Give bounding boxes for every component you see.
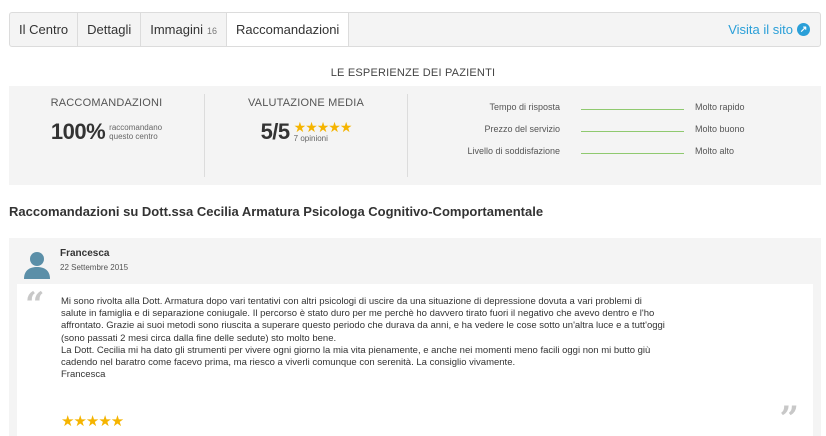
- recommendations-title: Raccomandazioni su Dott.ssa Cecilia Arma…: [9, 204, 544, 219]
- recommendations-stat: RACCOMANDAZIONI 100% raccomandano questo…: [9, 94, 205, 177]
- metric-line: [581, 109, 684, 110]
- review-line: salute in famiglia e di separazione coni…: [61, 308, 655, 320]
- opinions-count: 7 opinioni: [293, 134, 328, 143]
- review-text: Mi sono rivolta alla Dott. Armatura dopo…: [61, 296, 801, 381]
- recommendations-note: raccomandano questo centro: [109, 123, 162, 141]
- note-line-1: raccomandano: [109, 123, 163, 132]
- review-body: “ Mi sono rivolta alla Dott. Armatura do…: [17, 284, 813, 436]
- review-date: 22 Settembre 2015: [60, 263, 129, 272]
- metric-line: [581, 131, 684, 132]
- metric-label: Tempo di risposta: [489, 102, 560, 112]
- metric-row: Prezzo del servizio Molto buono: [434, 124, 814, 140]
- user-avatar-icon: [21, 248, 53, 280]
- visit-site-link[interactable]: Visita il sito ↗: [728, 13, 820, 46]
- note-line-2: questo centro: [109, 132, 158, 141]
- review-line: (sono passati 2 mesi circa dalla fine de…: [61, 332, 337, 344]
- tab-label: Raccomandazioni: [235, 22, 340, 37]
- visit-site-label: Visita il sito: [728, 22, 793, 37]
- rating-stat: VALUTAZIONE MEDIA 5/5 ★★★★★ 7 opinioni: [205, 94, 408, 177]
- recommendations-percent: 100%: [50, 119, 106, 144]
- review-author: Francesca: [60, 248, 110, 259]
- metric-row: Tempo di risposta Molto rapido: [434, 102, 814, 118]
- metric-value: Molto alto: [695, 146, 735, 156]
- rating-note: ★★★★★ 7 opinioni: [293, 119, 353, 143]
- tab-raccomandazioni[interactable]: Raccomandazioni: [226, 13, 350, 46]
- tab-label: Il Centro: [19, 22, 69, 37]
- tab-dettagli[interactable]: Dettagli: [78, 13, 142, 46]
- review-stars: ★★★★★: [61, 413, 124, 430]
- quote-open-icon: “: [25, 285, 45, 325]
- metric-label: Prezzo del servizio: [484, 124, 560, 134]
- metric-line: [581, 153, 684, 154]
- rating-value: 5/5: [260, 119, 291, 144]
- tab-immagini[interactable]: Immagini 16: [141, 13, 227, 46]
- tab-label: Dettagli: [87, 22, 132, 37]
- metric-row: Livello di soddisfazione Molto alto: [434, 146, 814, 162]
- tab-label: Immagini: [150, 22, 203, 37]
- tab-bar: Il Centro Dettagli Immagini 16 Raccomanda…: [9, 12, 821, 47]
- recommendations-heading: RACCOMANDAZIONI: [50, 97, 163, 109]
- review-line: affrontato. Grazie ai suoi metodi sono r…: [61, 320, 665, 332]
- review-line: La Dott. Cecilia mi ha dato gli strument…: [61, 344, 651, 356]
- tab-il-centro[interactable]: Il Centro: [10, 13, 79, 46]
- review-line: Francesca: [61, 369, 106, 381]
- section-title: LE ESPERIENZE DEI PAZIENTI: [330, 67, 496, 79]
- metric-value: Molto rapido: [695, 102, 745, 112]
- review-line: Mi sono rivolta alla Dott. Armatura dopo…: [61, 296, 642, 307]
- review-line: cadendo nel baratro come facevo prima, m…: [61, 357, 516, 369]
- rating-stars: ★★★★★: [293, 119, 353, 135]
- quote-close-icon: ”: [779, 399, 799, 436]
- rating-heading: VALUTAZIONE MEDIA: [247, 97, 365, 109]
- review-card: Francesca 22 Settembre 2015 “ Mi sono ri…: [9, 238, 821, 436]
- images-count: 16: [206, 26, 217, 36]
- metric-label: Livello di soddisfazione: [467, 146, 560, 156]
- metric-value: Molto buono: [695, 124, 745, 134]
- stats-panel: RACCOMANDAZIONI 100% raccomandano questo…: [9, 86, 821, 185]
- external-link-icon: ↗: [797, 23, 810, 36]
- tab-spacer: [349, 13, 728, 46]
